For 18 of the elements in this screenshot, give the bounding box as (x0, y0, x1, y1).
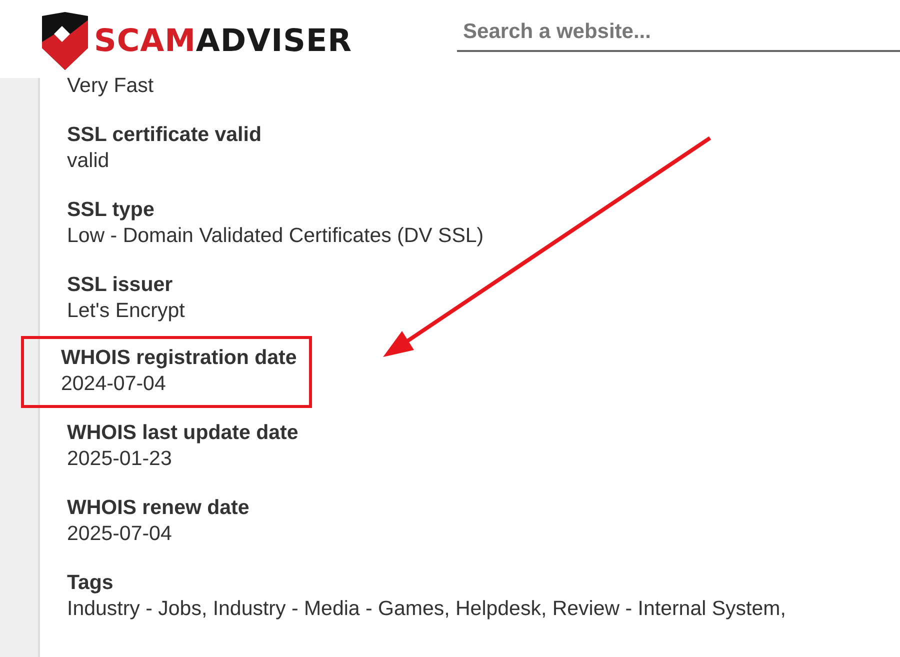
detail-label: SSL issuer (67, 272, 174, 298)
detail-value: Very Fast (67, 73, 154, 99)
detail-value: Industry - Jobs, Industry - Media - Games, Helpdesk, Review - Internal System, (67, 596, 786, 622)
detail-label: WHOIS renew date (67, 495, 250, 521)
detail-value: valid (67, 148, 110, 174)
detail-value: 2025-07-04 (67, 521, 173, 547)
detail-value: Let's Encrypt (67, 298, 185, 324)
detail-value: 2025-01-23 (67, 446, 173, 472)
detail-value: 2024-07-04 (61, 371, 167, 397)
logo-text[interactable]: SCAMADVISER (94, 26, 352, 56)
detail-value: Low - Domain Validated Certificates (DV SSL) (67, 223, 484, 249)
detail-label: Tags (67, 570, 114, 596)
shield-logo-icon (42, 12, 88, 70)
detail-label: SSL certificate valid (67, 122, 262, 148)
detail-label: WHOIS last update date (67, 420, 298, 446)
detail-label: SSL type (67, 197, 156, 223)
detail-label: WHOIS registration date (61, 345, 297, 371)
search-field[interactable]: Search a website... (457, 14, 900, 52)
